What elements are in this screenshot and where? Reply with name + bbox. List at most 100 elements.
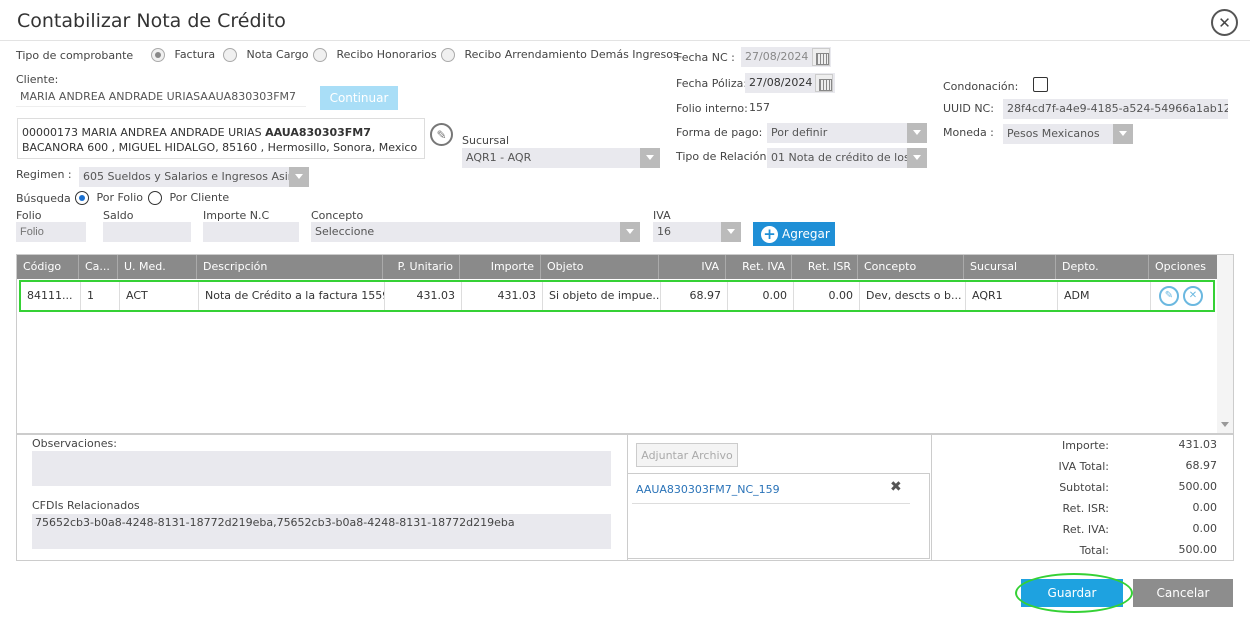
folio-interno-label: Folio interno: xyxy=(676,102,748,115)
col-opciones: Opciones xyxy=(1155,260,1206,273)
radio-icon xyxy=(75,191,89,205)
plus-icon: + xyxy=(761,225,778,243)
moneda-select[interactable]: Pesos Mexicanos xyxy=(1003,124,1133,144)
ret-isr-value: 0.00 xyxy=(1192,501,1218,514)
ret-iva-label: Ret. IVA: xyxy=(1062,523,1109,536)
col-iva[interactable]: IVA xyxy=(659,255,726,279)
col-concepto[interactable]: Concepto xyxy=(858,255,964,279)
total-label: Total: xyxy=(1079,544,1109,557)
concepto-label: Concepto xyxy=(311,209,364,222)
cell-codigo: 84111... xyxy=(21,282,81,310)
col-punitario[interactable]: P. Unitario xyxy=(383,255,460,279)
ret-iva-value: 0.00 xyxy=(1192,522,1218,535)
col-ret-isr[interactable]: Ret. ISR xyxy=(792,255,858,279)
regimen-label: Regimen : xyxy=(16,168,72,181)
iva-value: 16 xyxy=(657,225,671,238)
cliente-label: Cliente: xyxy=(16,73,59,86)
cell-descripcion: Nota de Crédito a la factura 1559 xyxy=(199,282,385,310)
header-divider xyxy=(0,40,1250,41)
cliente-detail-box: 00000173 MARIA ANDREA ANDRADE URIAS AAUA… xyxy=(17,118,425,159)
radio-factura-label: Factura xyxy=(174,48,216,61)
regimen-value: 605 Sueldos y Salarios e Ingresos Asimil… xyxy=(83,170,309,183)
importe-nc-input[interactable] xyxy=(203,222,299,242)
chevron-down-icon xyxy=(620,222,640,242)
radio-por-cliente-label: Por Cliente xyxy=(169,191,230,204)
close-icon[interactable]: ✕ xyxy=(1211,9,1238,36)
agregar-button[interactable]: + Agregar xyxy=(753,222,835,246)
condonacion-label: Condonación: xyxy=(943,80,1019,93)
cell-cantidad: 1 xyxy=(81,282,120,310)
radio-icon xyxy=(441,48,455,62)
regimen-select[interactable]: 605 Sueldos y Salarios e Ingresos Asimil… xyxy=(79,167,309,187)
radio-nota-cargo[interactable]: Nota Cargo xyxy=(223,48,308,62)
radio-por-folio[interactable]: Por Folio xyxy=(75,191,143,205)
col-importe[interactable]: Importe xyxy=(460,255,541,279)
adjuntar-archivo-button[interactable]: Adjuntar Archivo xyxy=(636,443,738,467)
radio-recibo-arrendamiento[interactable]: Recibo Arrendamiento Demás Ingresos xyxy=(441,48,679,62)
sucursal-label: Sucursal xyxy=(462,134,510,147)
radio-icon xyxy=(223,48,237,62)
attachment-file-link[interactable]: AAUA830303FM7_NC_159 xyxy=(636,483,780,496)
chevron-down-icon xyxy=(907,123,927,143)
delete-icon[interactable]: ✕ xyxy=(1183,286,1203,306)
attachment-panel: AAUA830303FM7_NC_159 ✖ xyxy=(627,473,930,559)
cell-objeto: Si objeto de impue... xyxy=(543,282,661,310)
cell-depto: ADM xyxy=(1058,282,1151,310)
forma-pago-select[interactable]: Por definir xyxy=(767,123,927,143)
total-importe-label: Importe: xyxy=(1062,439,1109,452)
cancelar-button[interactable]: Cancelar xyxy=(1133,579,1233,607)
total-iva-label: IVA Total: xyxy=(1058,460,1109,473)
forma-pago-value: Por definir xyxy=(771,126,828,139)
col-objeto[interactable]: Objeto xyxy=(541,255,659,279)
tipo-relacion-select[interactable]: 01 Nota de crédito de los documentos rel… xyxy=(767,148,927,168)
cell-ret-iva: 0.00 xyxy=(728,282,794,310)
condonacion-checkbox[interactable] xyxy=(1033,77,1048,92)
tipo-comprobante-label: Tipo de comprobante xyxy=(16,49,134,62)
col-umed[interactable]: U. Med. xyxy=(118,255,197,279)
chevron-down-icon xyxy=(289,167,309,187)
importe-nc-label: Importe N.C xyxy=(203,209,270,222)
concepto-select[interactable]: Seleccione xyxy=(311,222,640,242)
table-row[interactable]: 84111... 1 ACT Nota de Crédito a la fact… xyxy=(19,280,1215,312)
col-ret-iva[interactable]: Ret. IVA xyxy=(726,255,792,279)
cell-umed: ACT xyxy=(120,282,199,310)
sucursal-select[interactable]: AQR1 - AQR xyxy=(462,148,660,168)
tipo-relacion-value: 01 Nota de crédito de los documentos rel… xyxy=(771,151,927,164)
moneda-label: Moneda : xyxy=(943,126,994,139)
iva-select[interactable]: 16 xyxy=(653,222,741,242)
radio-factura[interactable]: Factura xyxy=(151,48,215,62)
folio-input[interactable] xyxy=(16,222,86,242)
items-grid: Código Ca... U. Med. Descripción P. Unit… xyxy=(16,254,1234,434)
folio-interno-value: 157 xyxy=(749,101,770,114)
total-iva-value: 68.97 xyxy=(1185,459,1218,472)
continuar-button[interactable]: Continuar xyxy=(320,86,398,110)
radio-recibo-honorarios[interactable]: Recibo Honorarios xyxy=(313,48,437,62)
remove-file-icon[interactable]: ✖ xyxy=(890,479,902,495)
cell-iva: 68.97 xyxy=(661,282,728,310)
grid-scrollbar[interactable] xyxy=(1217,255,1233,433)
col-cantidad[interactable]: Ca... xyxy=(79,255,118,279)
total-importe-value: 431.03 xyxy=(1178,438,1218,451)
chevron-down-icon xyxy=(640,148,660,168)
calendar-icon[interactable] xyxy=(812,48,830,66)
saldo-input[interactable] xyxy=(103,222,191,242)
total-value: 500.00 xyxy=(1178,543,1218,556)
calendar-icon[interactable] xyxy=(815,74,833,92)
col-depto[interactable]: Depto. xyxy=(1056,255,1149,279)
edit-icon[interactable]: ✎ xyxy=(1159,286,1179,306)
radio-icon xyxy=(313,48,327,62)
cfdis-field[interactable]: 75652cb3-b0a8-4248-8131-18772d219eba,756… xyxy=(32,514,611,549)
edit-pencil-icon[interactable]: ✎ xyxy=(430,123,453,146)
col-descripcion[interactable]: Descripción xyxy=(197,255,383,279)
chevron-down-icon xyxy=(721,222,741,242)
observaciones-input[interactable] xyxy=(32,451,611,486)
divider xyxy=(931,434,932,561)
col-codigo[interactable]: Código xyxy=(17,255,79,279)
forma-pago-label: Forma de pago: xyxy=(676,126,763,139)
radio-por-cliente[interactable]: Por Cliente xyxy=(148,191,229,205)
radio-icon xyxy=(151,48,165,62)
col-sucursal[interactable]: Sucursal xyxy=(964,255,1056,279)
cliente-input[interactable]: MARIA ANDREA ANDRADE URIASAAUA830303FM7 xyxy=(16,87,306,107)
folio-label: Folio xyxy=(16,209,42,222)
ret-isr-label: Ret. ISR: xyxy=(1062,502,1109,515)
